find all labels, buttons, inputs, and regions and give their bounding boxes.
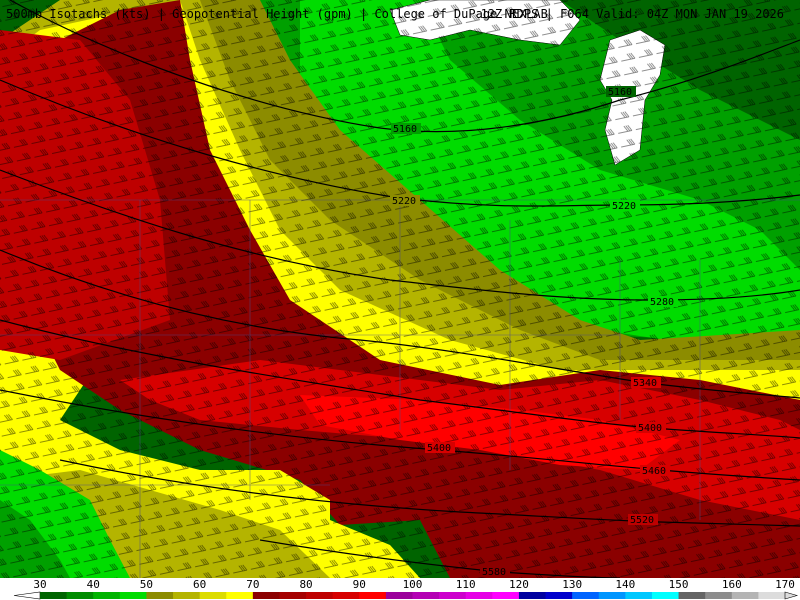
isotach-map: 5160 5160 5220 5220 5280 5340 5400 5400 …	[0, 0, 800, 578]
colorbar-tick-label: 160	[721, 578, 742, 591]
colorbar-swatch	[199, 592, 227, 599]
colorbar-swatch	[385, 592, 413, 599]
isotach-colorbar: 30 40 50 60 70 80 90 100 110 120 130 140 150 160 170	[0, 578, 800, 600]
colorbar-swatch	[439, 592, 467, 599]
colorbar-swatch	[705, 592, 733, 599]
colorbar-swatch	[146, 592, 174, 599]
map-header: 500mb Isotachs (kts) | Geopotential Heig…	[0, 0, 800, 28]
colorbar-swatch	[492, 592, 520, 599]
colorbar-tick-label: 70	[246, 578, 260, 591]
colorbar-swatch	[465, 592, 493, 599]
contour-label: 5220	[612, 201, 636, 212]
colorbar-tick-label: 170	[775, 578, 795, 591]
colorbar-tick-label: 130	[562, 578, 583, 591]
contour-label: 5460	[642, 466, 666, 477]
contour-label: 5340	[633, 378, 657, 389]
colorbar-swatch	[66, 592, 94, 599]
colorbar-swatch	[598, 592, 626, 599]
colorbar-tick-label: 120	[508, 578, 529, 591]
colorbar-swatch	[173, 592, 201, 599]
colorbar-swatch	[545, 592, 573, 599]
colorbar-max-arrow	[784, 591, 799, 600]
contour-label: 5400	[638, 423, 662, 434]
contour-label: 5160	[393, 124, 417, 135]
colorbar-tick-label: 30	[33, 578, 47, 591]
colorbar-tick-label: 100	[402, 578, 423, 591]
colorbar-swatch	[306, 592, 334, 599]
colorbar-tick-label: 140	[615, 578, 636, 591]
colorbar-tick-label: 150	[668, 578, 689, 591]
map-canvas: 5160 5160 5220 5220 5280 5340 5400 5400 …	[0, 0, 800, 600]
contour-label: 5220	[392, 196, 416, 207]
colorbar-tick-label: 80	[299, 578, 313, 591]
colorbar-swatch	[119, 592, 147, 599]
colorbar-swatch	[651, 592, 680, 599]
colorbar-swatch	[252, 592, 280, 599]
colorbar-swatch	[678, 592, 706, 599]
colorbar-swatch	[226, 592, 254, 599]
colorbar-swatch	[93, 592, 121, 599]
colorbar-swatch	[625, 592, 653, 599]
contour-label: 5520	[630, 515, 654, 526]
product-title: 500mb Isotachs (kts) | Geopotential Heig…	[6, 7, 548, 21]
colorbar-min-arrow	[13, 591, 41, 600]
contour-label: 5160	[608, 87, 632, 98]
colorbar-swatch	[518, 592, 547, 599]
contour-label: 5580	[482, 567, 506, 578]
colorbar-swatch	[412, 592, 440, 599]
colorbar-tick-label: 60	[193, 578, 207, 591]
colorbar-swatch	[758, 592, 786, 599]
colorbar-tick-label: 40	[86, 578, 100, 591]
colorbar-swatch	[731, 592, 759, 599]
colorbar-tick-label: 50	[139, 578, 154, 591]
colorbar-swatch	[572, 592, 600, 599]
colorbar-tick-label: 90	[352, 578, 366, 591]
colorbar-swatch	[359, 592, 387, 599]
contour-label: 5280	[650, 297, 674, 308]
colorbar-swatch	[332, 592, 360, 599]
colorbar-swatch	[40, 592, 68, 599]
colorbar-swatch	[279, 592, 307, 599]
colorbar-tick-label: 110	[455, 578, 476, 591]
model-valid-time: 12Z RDPS | F064 Valid: 04Z MON JAN 19 20…	[480, 7, 784, 21]
contour-label: 5400	[427, 443, 451, 454]
